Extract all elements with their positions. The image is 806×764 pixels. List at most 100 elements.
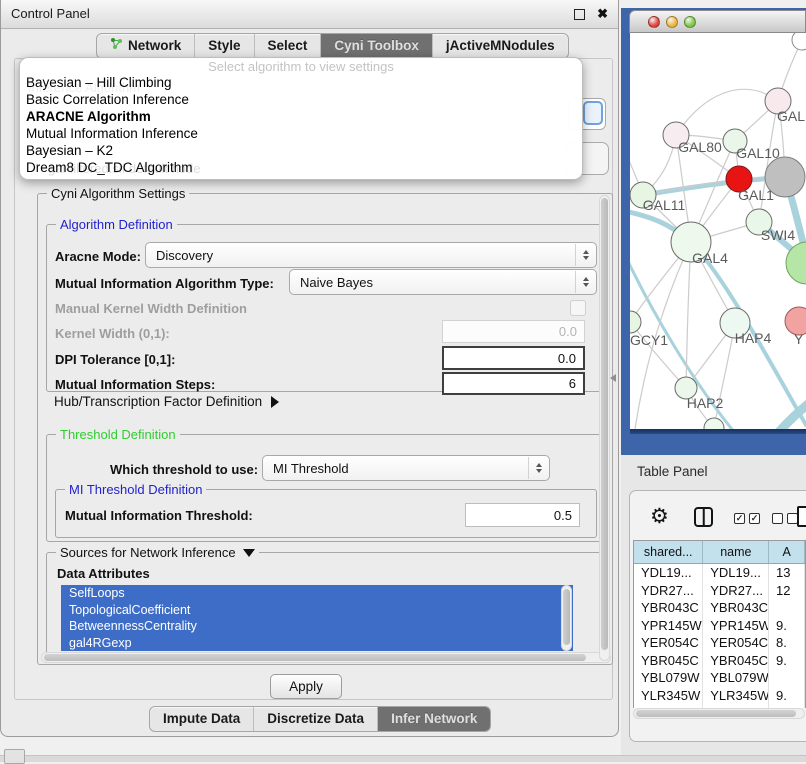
attribute-item[interactable]: gal4RGexp bbox=[61, 635, 573, 652]
field-value: 0.5 bbox=[554, 508, 572, 523]
tab-cyni-toolbox[interactable]: Cyni Toolbox bbox=[320, 34, 432, 58]
minimize-traffic-light[interactable] bbox=[666, 16, 678, 28]
apply-button[interactable]: Apply bbox=[270, 674, 342, 699]
field-value: 0.0 bbox=[558, 351, 576, 366]
group-title: Algorithm Definition bbox=[56, 217, 177, 232]
table-header-row: shared...nameA bbox=[634, 541, 805, 564]
table-cell: YBL079W bbox=[634, 669, 703, 687]
algorithm-option[interactable]: Bayesian – K2 bbox=[20, 142, 582, 159]
kernel-width-field[interactable]: 0.0 bbox=[442, 320, 585, 343]
tab-style[interactable]: Style bbox=[194, 34, 253, 58]
table-cell: 9. bbox=[769, 617, 805, 635]
tab-select[interactable]: Select bbox=[254, 34, 321, 58]
network-canvas[interactable]: GALGAL80GAL10GAL1GAL11SWI4GAL4HAP4YGCY1H… bbox=[630, 33, 806, 429]
combobox-stepper-icon[interactable] bbox=[575, 271, 595, 293]
settings-gear-icon[interactable]: ⚙ bbox=[650, 506, 669, 527]
scrollbar-thumb[interactable] bbox=[44, 654, 586, 661]
combobox-value: Naive Bayes bbox=[300, 275, 373, 290]
data-attributes-label: Data Attributes bbox=[57, 566, 150, 581]
split-columns-icon[interactable] bbox=[694, 507, 713, 527]
combobox-stepper-focus[interactable] bbox=[583, 101, 603, 125]
group-title: Threshold Definition bbox=[56, 427, 180, 442]
column-header[interactable]: A bbox=[769, 541, 805, 563]
table-row[interactable]: YPR145WYPR145W9. bbox=[634, 617, 805, 635]
tab-infer-network[interactable]: Infer Network bbox=[377, 707, 490, 731]
manual-kernel-width-checkbox[interactable] bbox=[570, 300, 586, 316]
scrollbar-thumb[interactable] bbox=[601, 198, 608, 650]
algorithm-dropdown: Select algorithm to view settings Bayesi… bbox=[19, 57, 583, 180]
network-node-label: GAL80 bbox=[678, 139, 722, 155]
dpi-tolerance-field[interactable]: 0.0 bbox=[442, 346, 585, 370]
table-row[interactable]: YBR043CYBR043C bbox=[634, 599, 805, 617]
algorithm-option[interactable]: Dream8 DC_TDC Algorithm bbox=[20, 159, 582, 176]
table-cell: YLR345W bbox=[634, 687, 703, 705]
tab-discretize-data[interactable]: Discretize Data bbox=[253, 707, 377, 731]
scrollbar-thumb[interactable] bbox=[563, 589, 570, 645]
float-window-icon[interactable] bbox=[574, 9, 585, 20]
select-all-checkboxes-icon[interactable]: ✓ ✓ bbox=[734, 513, 760, 524]
attribute-item[interactable]: BetweennessCentrality bbox=[61, 618, 573, 635]
table-horizontal-scrollbar[interactable] bbox=[633, 708, 805, 719]
aracne-mode-combobox[interactable]: Discovery bbox=[145, 242, 597, 268]
mi-steps-field[interactable]: 6 bbox=[442, 372, 585, 395]
attribute-item[interactable]: SelfLoops bbox=[61, 585, 573, 602]
node-table: shared...nameA YDL19...YDL19...13YDR27..… bbox=[633, 540, 806, 708]
tab-label: Discretize Data bbox=[267, 707, 364, 731]
deselect-all-checkboxes-icon[interactable] bbox=[772, 513, 798, 524]
tab-label: jActiveMNodules bbox=[446, 34, 555, 58]
settings-vertical-scrollbar[interactable] bbox=[599, 195, 610, 661]
table-row[interactable]: YLR345WYLR345W9. bbox=[634, 687, 805, 705]
attributes-scrollbar[interactable] bbox=[561, 585, 572, 651]
sources-group-title-row[interactable]: Sources for Network Inference bbox=[56, 545, 259, 560]
network-node-label: Y bbox=[794, 331, 804, 347]
network-window-titlebar[interactable] bbox=[629, 10, 806, 33]
expand-right-icon[interactable] bbox=[271, 396, 279, 408]
aracne-mode-label: Aracne Mode: bbox=[55, 249, 141, 264]
table-row[interactable]: YBR045CYBR045C9. bbox=[634, 652, 805, 670]
algorithm-option[interactable]: Bayesian – Hill Climbing bbox=[20, 74, 582, 91]
group-title: Cyni Algorithm Settings bbox=[47, 186, 189, 201]
attribute-item[interactable]: TopologicalCoefficient bbox=[61, 602, 573, 619]
apply-label: Apply bbox=[289, 679, 323, 694]
table-row[interactable]: YDR27...YDR27...12 bbox=[634, 582, 805, 600]
mi-algorithm-type-combobox[interactable]: Naive Bayes bbox=[289, 269, 597, 295]
scrollbar-thumb[interactable] bbox=[636, 710, 796, 717]
mi-threshold-label: Mutual Information Threshold: bbox=[65, 508, 253, 523]
which-threshold-combobox[interactable]: MI Threshold bbox=[262, 455, 550, 481]
table-cell: YDL19... bbox=[703, 564, 769, 582]
table-cell: YLR345W bbox=[703, 687, 769, 705]
network-node-label: HAP4 bbox=[735, 330, 772, 346]
algorithm-option[interactable]: ARACNE Algorithm bbox=[20, 108, 582, 125]
algorithm-option[interactable]: Mutual Information Inference bbox=[20, 125, 582, 142]
mi-threshold-field[interactable]: 0.5 bbox=[465, 503, 580, 527]
table-row[interactable]: YBL079WYBL079W bbox=[634, 669, 805, 687]
table-row[interactable]: YDL19...YDL19...13 bbox=[634, 564, 805, 582]
zoom-traffic-light[interactable] bbox=[684, 16, 696, 28]
network-node-top-partial[interactable] bbox=[792, 33, 806, 50]
algorithm-option[interactable]: Basic Correlation Inference bbox=[20, 91, 582, 108]
tab-impute-data[interactable]: Impute Data bbox=[150, 707, 253, 731]
column-header[interactable]: name bbox=[703, 541, 769, 563]
data-attributes-list[interactable]: SelfLoopsTopologicalCoefficientBetweenne… bbox=[61, 585, 573, 651]
tab-label: Impute Data bbox=[163, 707, 240, 731]
tab-label: Infer Network bbox=[391, 707, 477, 731]
which-threshold-label: Which threshold to use: bbox=[110, 462, 258, 477]
table-cell: YPR145W bbox=[703, 617, 769, 635]
tab-jactivemnodules[interactable]: jActiveMNodules bbox=[432, 34, 568, 58]
column-header[interactable]: shared... bbox=[634, 541, 703, 563]
settings-horizontal-scrollbar[interactable] bbox=[41, 652, 611, 663]
network-node-gcy1[interactable] bbox=[630, 311, 641, 333]
network-node-label: GAL1 bbox=[738, 187, 774, 203]
split-pane-handle[interactable] bbox=[610, 374, 616, 382]
combobox-stepper-icon[interactable] bbox=[575, 244, 595, 266]
table-row[interactable]: YER054CYER054C8. bbox=[634, 634, 805, 652]
close-traffic-light[interactable] bbox=[648, 16, 660, 28]
tab-network[interactable]: Network bbox=[97, 34, 194, 58]
collapse-down-icon[interactable] bbox=[243, 549, 255, 557]
combobox-stepper-icon[interactable] bbox=[528, 457, 548, 479]
close-icon[interactable]: ✖ bbox=[597, 5, 608, 23]
document-icon[interactable] bbox=[797, 506, 806, 527]
hub-definition-toggle[interactable]: Hub/Transcription Factor Definition bbox=[54, 394, 279, 409]
checked-box-icon: ✓ bbox=[749, 513, 760, 524]
unchecked-box-icon bbox=[772, 513, 783, 524]
